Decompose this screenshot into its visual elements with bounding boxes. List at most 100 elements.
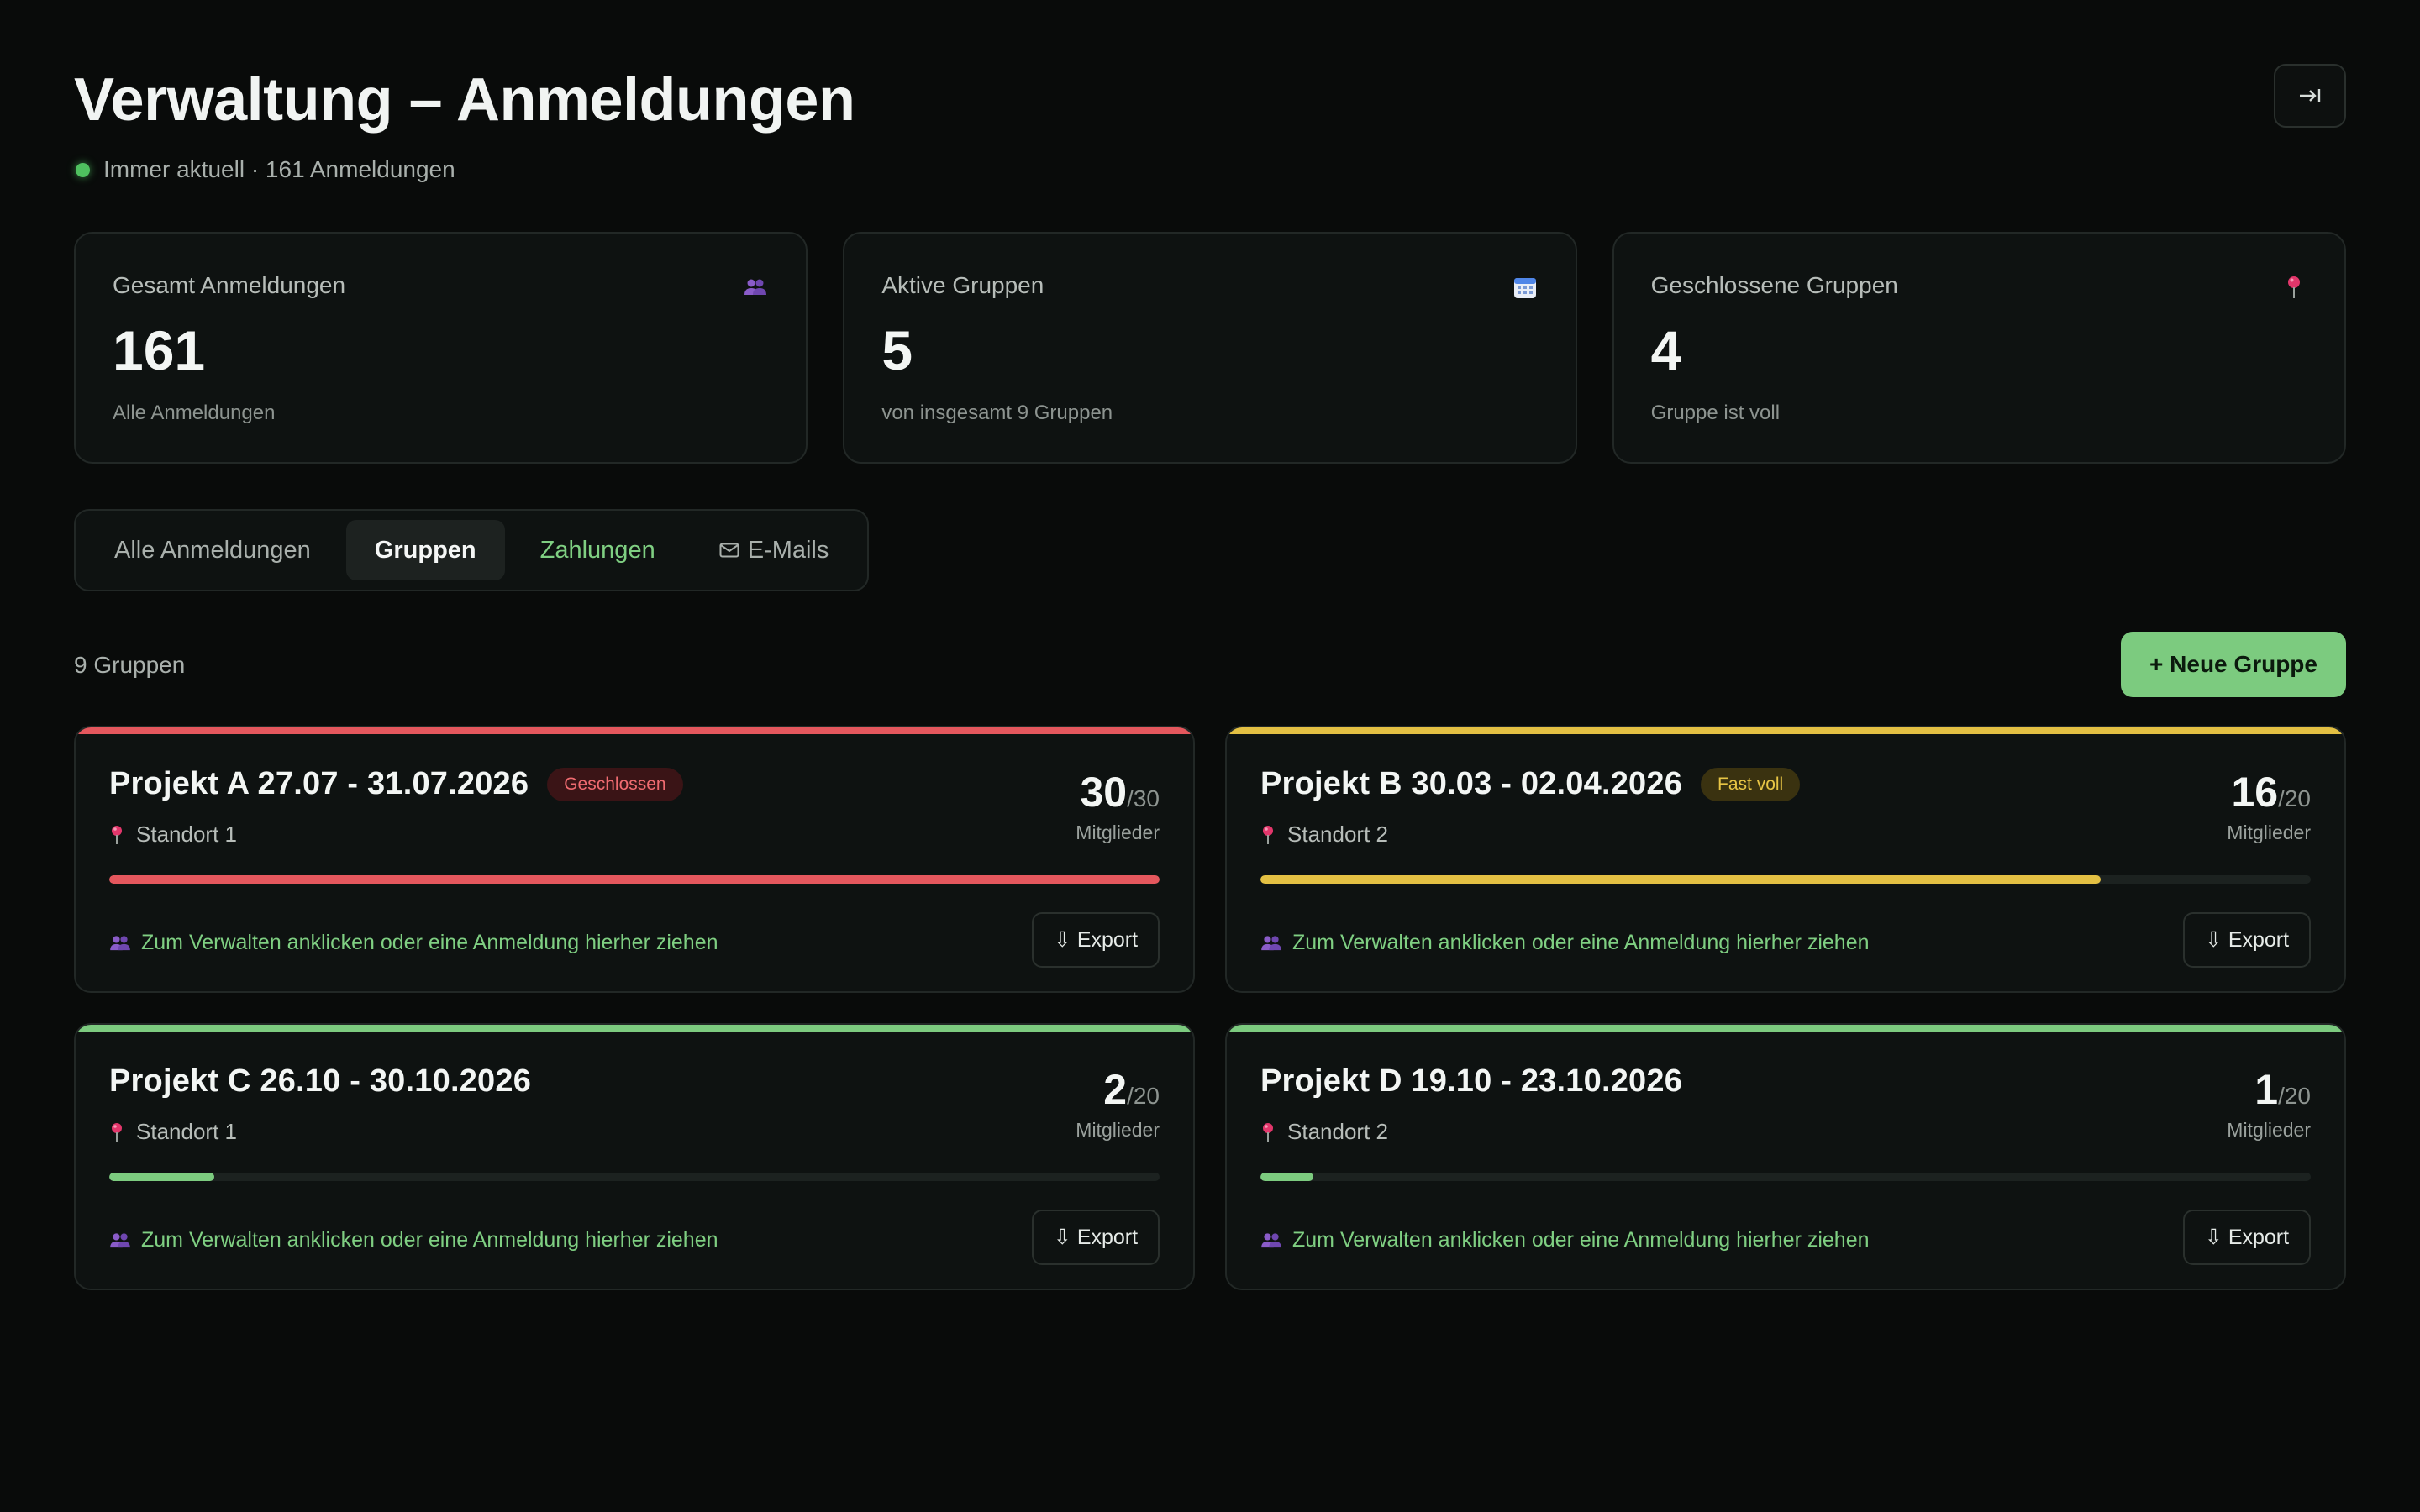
group-title: Projekt B 30.03 - 02.04.2026	[1260, 766, 1683, 801]
capacity-progress	[109, 1173, 1160, 1181]
stat-card-closed-groups: Geschlossene Gruppen 4 Gruppe ist voll	[1612, 232, 2346, 464]
live-indicator-dot	[76, 162, 90, 177]
drop-hint-text: Zum Verwalten anklicken oder eine Anmeld…	[141, 1228, 718, 1252]
group-location-label: Standort 2	[1287, 822, 1388, 847]
tab-bar: Alle Anmeldungen Gruppen Zahlungen E-Mai…	[74, 509, 870, 591]
member-count: 2	[1103, 1066, 1128, 1113]
tab-all-registrations[interactable]: Alle Anmeldungen	[86, 520, 339, 580]
group-status-bar	[1227, 727, 2344, 734]
group-location-label: Standort 1	[136, 1119, 237, 1144]
member-count-label: Mitglieder	[1076, 1119, 1160, 1141]
people-icon	[1260, 1232, 1282, 1249]
new-group-button[interactable]: + Neue Gruppe	[2121, 632, 2346, 697]
group-status-badge: Geschlossen	[547, 767, 683, 801]
pin-icon	[2282, 276, 2306, 299]
group-title-row: Projekt C 26.10 - 30.10.2026	[109, 1063, 531, 1100]
stat-value: 161	[113, 319, 206, 381]
capacity-progress-fill	[109, 1173, 214, 1181]
group-member-count: 2/20 Mitglieder	[1076, 1065, 1160, 1142]
logout-arrow-icon	[2300, 89, 2321, 102]
member-max: /20	[2278, 1083, 2311, 1109]
group-title-row: Projekt A 27.07 - 31.07.2026 Geschlossen	[109, 766, 683, 802]
group-title: Projekt A 27.07 - 31.07.2026	[109, 766, 529, 801]
member-max: /20	[1127, 1083, 1160, 1109]
member-max: /30	[1127, 785, 1160, 811]
group-location: Standort 2	[1260, 1119, 1388, 1145]
page-header: Verwaltung – Anmeldungen Immer aktuell ·…	[74, 0, 2346, 220]
group-status-bar	[76, 727, 1193, 734]
group-location-label: Standort 1	[136, 822, 237, 847]
group-card[interactable]: Projekt B 30.03 - 02.04.2026 Fast voll S…	[1225, 726, 2346, 993]
member-count: 30	[1080, 769, 1128, 816]
pin-icon	[109, 1122, 124, 1142]
group-status-bar	[1227, 1025, 2344, 1032]
mail-icon	[719, 543, 739, 558]
export-button[interactable]: ⇩ Export	[1032, 912, 1160, 968]
pin-icon	[109, 825, 124, 845]
stat-subtext: von insgesamt 9 Gruppen	[881, 402, 1113, 424]
export-button[interactable]: ⇩ Export	[2183, 912, 2311, 968]
group-member-count: 1/20 Mitglieder	[2227, 1065, 2311, 1142]
stat-label: Geschlossene Gruppen	[1650, 272, 1898, 298]
live-status: Immer aktuell · 161 Anmeldungen	[74, 156, 455, 183]
capacity-progress-fill	[1260, 1173, 1313, 1181]
stat-card-total: Gesamt Anmeldungen 161 Alle Anmeldungen	[74, 232, 808, 464]
people-icon	[1260, 935, 1282, 952]
group-card[interactable]: Projekt A 27.07 - 31.07.2026 Geschlossen…	[74, 726, 1195, 993]
group-title: Projekt D 19.10 - 23.10.2026	[1260, 1063, 1683, 1099]
group-member-count: 30/30 Mitglieder	[1076, 768, 1160, 844]
group-title-row: Projekt B 30.03 - 02.04.2026 Fast voll	[1260, 766, 1801, 802]
export-button[interactable]: ⇩ Export	[2183, 1210, 2311, 1265]
stat-value: 5	[881, 319, 913, 381]
pin-icon	[1260, 825, 1276, 845]
capacity-progress-fill	[1260, 875, 2101, 884]
member-count-label: Mitglieder	[2227, 1119, 2311, 1141]
stat-card-active-groups: Aktive Gruppen 5 von insgesamt 9 Gruppen	[843, 232, 1577, 464]
capacity-progress	[1260, 875, 2311, 884]
group-location: Standort 1	[109, 1119, 237, 1145]
page-title: Verwaltung – Anmeldungen	[74, 66, 855, 134]
tab-payments[interactable]: Zahlungen	[512, 520, 684, 580]
drop-hint: Zum Verwalten anklicken oder eine Anmeld…	[1260, 1228, 1870, 1252]
member-count-label: Mitglieder	[1076, 822, 1160, 843]
tab-emails-label: E-Mails	[747, 536, 829, 564]
stat-label: Gesamt Anmeldungen	[113, 272, 346, 298]
drop-hint-text: Zum Verwalten anklicken oder eine Anmeld…	[141, 931, 718, 954]
drop-hint: Zum Verwalten anklicken oder eine Anmeld…	[1260, 931, 1870, 955]
group-card[interactable]: Projekt C 26.10 - 30.10.2026 Standort 1 …	[74, 1023, 1195, 1290]
pin-icon	[1260, 1122, 1276, 1142]
drop-hint-text: Zum Verwalten anklicken oder eine Anmeld…	[1292, 931, 1870, 954]
live-status-text: Immer aktuell · 161 Anmeldungen	[103, 156, 455, 182]
capacity-progress	[1260, 1173, 2311, 1181]
group-title: Projekt C 26.10 - 30.10.2026	[109, 1063, 532, 1099]
group-title-row: Projekt D 19.10 - 23.10.2026	[1260, 1063, 1682, 1100]
calendar-icon	[1513, 276, 1537, 299]
group-card[interactable]: Projekt D 19.10 - 23.10.2026 Standort 2 …	[1225, 1023, 2346, 1290]
member-max: /20	[2278, 785, 2311, 811]
group-member-count: 16/20 Mitglieder	[2227, 768, 2311, 844]
stat-subtext: Gruppe ist voll	[1650, 402, 1781, 424]
member-count: 16	[2231, 769, 2279, 816]
page: Verwaltung – Anmeldungen Immer aktuell ·…	[0, 0, 2420, 1512]
group-location: Standort 2	[1260, 822, 1388, 848]
people-icon	[109, 1232, 131, 1249]
drop-hint: Zum Verwalten anklicken oder eine Anmeld…	[109, 1228, 718, 1252]
tab-groups[interactable]: Gruppen	[345, 520, 505, 580]
drop-hint: Zum Verwalten anklicken oder eine Anmeld…	[109, 931, 718, 955]
groups-toolbar: 9 Gruppen + Neue Gruppe	[74, 632, 2346, 699]
capacity-progress	[109, 875, 1160, 884]
people-icon	[744, 276, 767, 299]
capacity-progress-fill	[109, 875, 1160, 884]
group-location-label: Standort 2	[1287, 1119, 1388, 1144]
export-button[interactable]: ⇩ Export	[1032, 1210, 1160, 1265]
logout-button[interactable]	[2274, 64, 2346, 128]
stat-subtext: Alle Anmeldungen	[113, 402, 276, 424]
group-grid: Projekt A 27.07 - 31.07.2026 Geschlossen…	[74, 726, 2346, 1290]
group-status-bar	[76, 1025, 1193, 1032]
tab-emails[interactable]: E-Mails	[691, 520, 858, 580]
group-count: 9 Gruppen	[74, 652, 186, 678]
group-location: Standort 1	[109, 822, 237, 848]
stats-row: Gesamt Anmeldungen 161 Alle Anmeldungen …	[74, 232, 2346, 464]
people-icon	[109, 935, 131, 952]
member-count: 1	[2254, 1066, 2279, 1113]
